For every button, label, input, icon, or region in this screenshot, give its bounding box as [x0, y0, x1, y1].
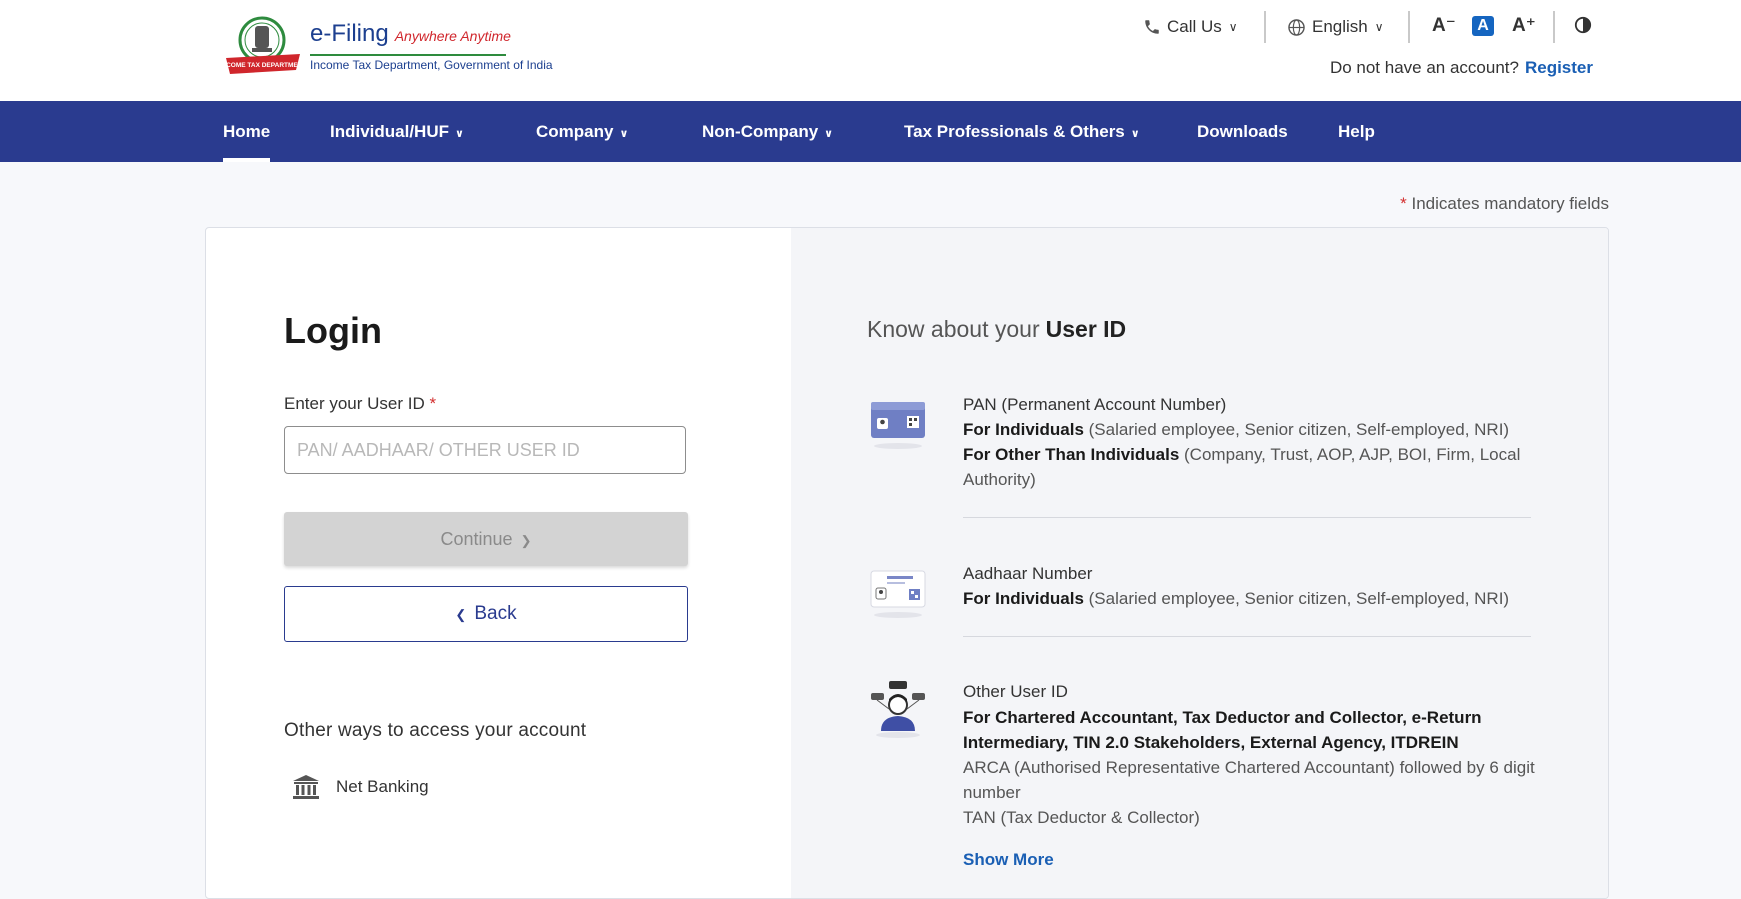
- know-title-bold: User ID: [1045, 316, 1127, 342]
- required-star: *: [429, 394, 437, 413]
- main-navigation: Home Individual/HUF ∨ Company ∨ Non-Compan…: [0, 101, 1741, 162]
- mandatory-note-text: Indicates mandatory fields: [1411, 194, 1610, 213]
- professional-user-icon: [871, 681, 925, 738]
- pan-other-bold: For Other Than Individuals: [963, 445, 1180, 464]
- divider: [1553, 11, 1555, 43]
- divider: [963, 636, 1531, 637]
- nav-company[interactable]: Company ∨: [536, 101, 628, 162]
- chevron-down-icon: ∨: [1228, 20, 1238, 34]
- aadhaar-individuals-bold: For Individuals: [963, 589, 1084, 608]
- net-banking-option[interactable]: Net Banking: [292, 772, 429, 802]
- pan-info-text: PAN (Permanent Account Number) For Indiv…: [963, 392, 1535, 492]
- nav-non-company-label: Non-Company: [702, 122, 819, 141]
- userid-label-text: Enter your User ID: [284, 394, 425, 413]
- income-tax-emblem-icon: INCOME TAX DEPARTMENT: [222, 16, 304, 74]
- login-card: Login Enter your User ID * Continue ❯ ❮ Ba…: [205, 227, 1609, 899]
- nav-downloads-label: Downloads: [1197, 122, 1288, 141]
- pan-individuals-detail: (Salaried employee, Senior citizen, Self…: [1083, 420, 1510, 439]
- divider: [1408, 11, 1410, 43]
- svg-text:INCOME TAX DEPARTMENT: INCOME TAX DEPARTMENT: [222, 62, 304, 69]
- nav-help[interactable]: Help: [1338, 101, 1375, 162]
- register-link[interactable]: Register: [1525, 58, 1593, 77]
- department-name: Income Tax Department, Government of Ind…: [310, 54, 553, 72]
- phone-icon: [1145, 20, 1159, 34]
- aadhaar-heading: Aadhaar Number: [963, 564, 1093, 583]
- other-userid-info-text: Other User ID For Chartered Accountant, …: [963, 679, 1535, 830]
- other-ways-heading: Other ways to access your account: [284, 720, 587, 741]
- brand-tagline: Anywhere Anytime: [394, 28, 511, 44]
- know-user-id-title: Know about your User ID: [867, 316, 1126, 343]
- font-default-button[interactable]: A: [1472, 16, 1494, 36]
- pan-line-individuals: For Individuals (Salaried employee, Seni…: [963, 417, 1535, 442]
- font-increase-button[interactable]: A⁺: [1512, 14, 1536, 38]
- continue-button[interactable]: Continue ❯: [284, 512, 688, 566]
- userid-label: Enter your User ID *: [284, 394, 436, 414]
- language-selector[interactable]: English ∨: [1287, 14, 1384, 40]
- continue-label: Continue: [440, 528, 513, 549]
- chevron-down-icon: ∨: [455, 128, 464, 140]
- chevron-down-icon: ∨: [824, 128, 834, 140]
- nav-home-label: Home: [223, 122, 271, 141]
- nav-individual-huf[interactable]: Individual/HUF ∨: [330, 101, 464, 162]
- globe-icon: [1288, 18, 1305, 36]
- nav-help-label: Help: [1338, 122, 1375, 141]
- aadhaar-individuals-detail: (Salaried employee, Senior citizen, Self…: [1083, 589, 1510, 608]
- required-star: *: [1400, 194, 1407, 213]
- aadhaar-line-individuals: For Individuals (Salaried employee, Seni…: [963, 586, 1535, 611]
- language-label: English: [1312, 17, 1368, 36]
- pan-card-icon: [871, 402, 925, 449]
- net-banking-label: Net Banking: [336, 777, 429, 796]
- other-userid-arca: ARCA (Authorised Representative Chartere…: [963, 758, 1535, 802]
- call-us-menu[interactable]: Call Us ∨: [1143, 14, 1238, 40]
- brand-text: e-Filing: [310, 20, 389, 47]
- contrast-toggle-icon[interactable]: [1574, 16, 1592, 34]
- mandatory-fields-note: * Indicates mandatory fields: [1400, 194, 1609, 214]
- aadhaar-info-text: Aadhaar Number For Individuals (Salaried…: [963, 561, 1535, 611]
- nav-tax-professionals[interactable]: Tax Professionals & Others ∨: [904, 101, 1140, 162]
- chevron-down-icon: ∨: [1374, 20, 1384, 34]
- show-more-link[interactable]: Show More: [963, 850, 1054, 870]
- nav-non-company[interactable]: Non-Company ∨: [702, 101, 833, 162]
- no-account-text: Do not have an account?: [1329, 58, 1519, 77]
- nav-company-label: Company: [536, 122, 614, 141]
- register-prompt: Do not have an account? Register: [1330, 58, 1593, 78]
- chevron-left-icon: ❮: [455, 607, 467, 622]
- bank-icon: [293, 775, 319, 799]
- userid-input[interactable]: [284, 426, 686, 474]
- brand-name: e-Filing Anywhere Anytime: [310, 20, 511, 48]
- font-decrease-button[interactable]: A⁻: [1432, 14, 1456, 38]
- nav-home[interactable]: Home: [223, 101, 271, 162]
- other-userid-audience: For Chartered Accountant, Tax Deductor a…: [963, 708, 1482, 752]
- top-header: INCOME TAX DEPARTMENT e-Filing Anywhere A…: [0, 0, 1741, 101]
- other-userid-heading: Other User ID: [963, 682, 1068, 701]
- nav-downloads[interactable]: Downloads: [1197, 101, 1288, 162]
- efiling-logo[interactable]: INCOME TAX DEPARTMENT e-Filing Anywhere A…: [222, 14, 553, 76]
- chevron-down-icon: ∨: [1130, 128, 1140, 140]
- nav-tax-professionals-label: Tax Professionals & Others: [904, 122, 1125, 141]
- call-us-label: Call Us: [1167, 17, 1222, 36]
- pan-heading: PAN (Permanent Account Number): [963, 395, 1227, 414]
- chevron-down-icon: ∨: [619, 128, 629, 140]
- divider: [1264, 11, 1266, 43]
- user-id-info-panel: Know about your User ID PAN (Permanent Ac…: [791, 228, 1608, 898]
- chevron-right-icon: ❯: [520, 532, 532, 548]
- other-userid-bold-line: For Chartered Accountant, Tax Deductor a…: [963, 705, 1535, 755]
- other-userid-tan: TAN (Tax Deductor & Collector): [963, 808, 1200, 827]
- nav-individual-huf-label: Individual/HUF: [330, 122, 449, 141]
- pan-line-other: For Other Than Individuals (Company, Tru…: [963, 442, 1535, 492]
- know-title-prefix: Know about your: [867, 316, 1040, 342]
- divider: [963, 517, 1531, 518]
- back-button[interactable]: ❮ Back: [284, 586, 688, 642]
- back-label: Back: [474, 603, 517, 624]
- pan-individuals-bold: For Individuals: [963, 420, 1084, 439]
- login-title: Login: [284, 310, 382, 351]
- aadhaar-card-icon: [870, 570, 926, 618]
